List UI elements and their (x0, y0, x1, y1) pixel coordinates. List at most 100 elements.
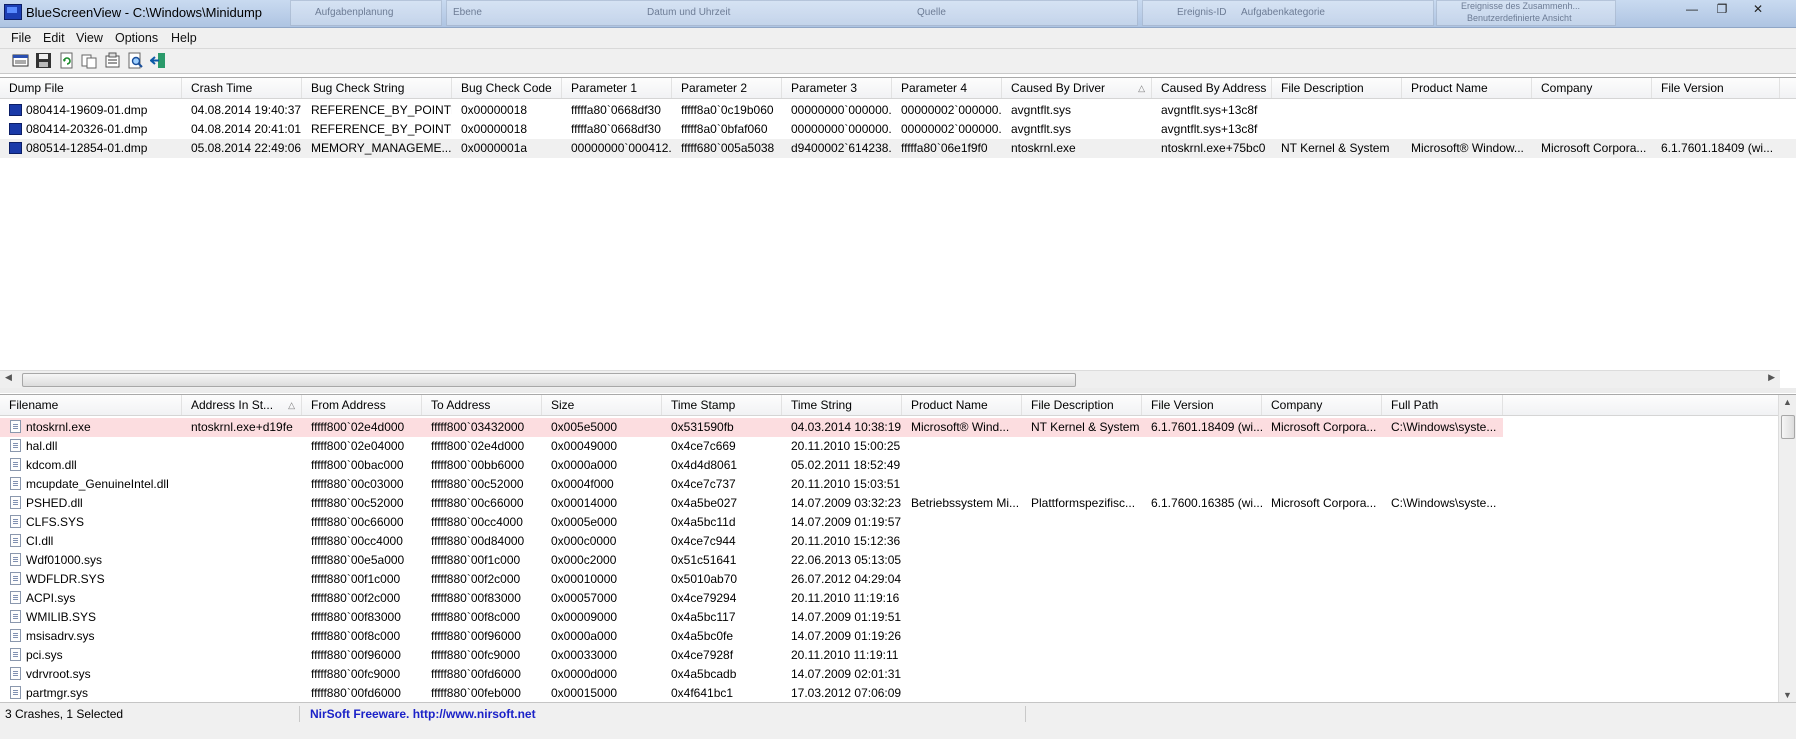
column-header[interactable]: Product Name (902, 395, 1022, 415)
find-icon[interactable] (127, 52, 144, 69)
ghost-label: Ebene (453, 7, 482, 18)
scroll-left-icon[interactable]: ◀ (5, 372, 12, 383)
cell-full-path (1382, 684, 1503, 703)
sort-indicator-icon: △ (288, 400, 295, 410)
cell-dump-file: 080514-12854-01.dmp (26, 141, 148, 155)
column-header[interactable]: Parameter 1 (562, 78, 672, 98)
maximize-button[interactable]: ❐ (1710, 1, 1734, 17)
column-header[interactable]: Company (1262, 395, 1382, 415)
properties-icon[interactable] (12, 52, 29, 69)
module-row[interactable]: WMILIB.SYS fffff880`00f83000 fffff880`00f8… (0, 608, 1796, 627)
menu-view[interactable]: View (76, 31, 103, 45)
module-row[interactable]: msisadrv.sys fffff880`00f8c000 fffff880`00… (0, 627, 1796, 646)
menu-help[interactable]: Help (171, 31, 197, 45)
column-header[interactable]: Bug Check Code (452, 78, 562, 98)
cell-company (1262, 684, 1382, 703)
menu-options[interactable]: Options (115, 31, 158, 45)
column-header[interactable]: Time Stamp (662, 395, 782, 415)
column-header[interactable]: File Description (1272, 78, 1402, 98)
scrollbar-thumb[interactable] (22, 373, 1076, 387)
module-row[interactable]: partmgr.sys fffff880`00fd6000 fffff880`00f… (0, 684, 1796, 703)
column-header[interactable]: Time String (782, 395, 902, 415)
crash-row[interactable]: 080414-20326-01.dmp 04.08.2014 20:41:01 … (0, 120, 1796, 139)
crash-row-selected[interactable]: 080514-12854-01.dmp 05.08.2014 22:49:06 … (0, 139, 1796, 158)
module-row[interactable]: ntoskrnl.exe ntoskrnl.exe+d19fe fffff800`0… (0, 418, 1796, 437)
module-row[interactable]: kdcom.dll fffff800`00bac000 fffff800`00bb6… (0, 456, 1796, 475)
module-row[interactable]: hal.dll fffff800`02e04000 fffff800`02e4d00… (0, 437, 1796, 456)
scroll-down-icon[interactable]: ▼ (1783, 690, 1792, 700)
column-header[interactable]: Parameter 4 (892, 78, 1002, 98)
module-row[interactable]: pci.sys fffff880`00f96000 fffff880`00fc900… (0, 646, 1796, 665)
cell-size: 0x0004f000 (551, 477, 614, 491)
copy-icon[interactable] (81, 52, 98, 69)
module-row[interactable]: CLFS.SYS fffff880`00c66000 fffff880`00cc40… (0, 513, 1796, 532)
cell-filename: ACPI.sys (26, 591, 76, 605)
cell-time-stamp: 0x4ce7928f (671, 648, 734, 662)
cell-product-name (902, 570, 1022, 589)
cell-product-name (1402, 120, 1532, 139)
cell-from-address: fffff880`00e5a000 (311, 553, 405, 567)
column-header[interactable]: Dump File (0, 78, 182, 98)
cell-product-name (902, 532, 1022, 551)
cell-time-stamp: 0x51c51641 (671, 553, 737, 567)
column-header[interactable]: Crash Time (182, 78, 302, 98)
menu-file[interactable]: File (11, 31, 31, 45)
column-header[interactable]: Full Path (1382, 395, 1503, 415)
cell-parameter-4: fffffa80`06e1f9f0 (901, 141, 988, 155)
column-header[interactable]: From Address (302, 395, 422, 415)
refresh-icon[interactable] (58, 52, 75, 69)
module-row[interactable]: CI.dll fffff880`00cc4000 fffff880`00d84000… (0, 532, 1796, 551)
vertical-scrollbar[interactable]: ▲ ▼ (1778, 395, 1796, 702)
scroll-up-icon[interactable]: ▲ (1783, 397, 1792, 407)
column-header[interactable]: Parameter 3 (782, 78, 892, 98)
module-row[interactable]: Wdf01000.sys fffff880`00e5a000 fffff880`00… (0, 551, 1796, 570)
column-header[interactable]: Filename (0, 395, 182, 415)
column-header[interactable]: To Address (422, 395, 542, 415)
column-header[interactable]: File Version (1652, 78, 1780, 98)
module-row[interactable]: ACPI.sys fffff880`00f2c000 fffff880`00f830… (0, 589, 1796, 608)
menu-edit[interactable]: Edit (43, 31, 65, 45)
cell-full-path (1382, 665, 1503, 684)
exit-icon[interactable] (150, 52, 167, 69)
background-window-ghost: Ereignisse des Zusammenh... Benutzerdefi… (1436, 0, 1616, 26)
cell-from-address: fffff800`00bac000 (311, 458, 404, 472)
options-icon[interactable] (104, 52, 121, 69)
scroll-right-icon[interactable]: ▶ (1768, 372, 1775, 383)
cell-address-in-stack (182, 513, 302, 532)
status-count: 3 Crashes, 1 Selected (0, 706, 300, 722)
status-empty (1026, 706, 1796, 722)
cell-file-description (1272, 120, 1402, 139)
module-row[interactable]: vdrvroot.sys fffff880`00fc9000 fffff880`00… (0, 665, 1796, 684)
column-header[interactable]: Product Name (1402, 78, 1532, 98)
horizontal-scrollbar[interactable]: ◀ ▶ (0, 370, 1780, 388)
module-row[interactable]: PSHED.dll fffff880`00c52000 fffff880`00c66… (0, 494, 1796, 513)
status-credit-link[interactable]: NirSoft Freeware. http://www.nirsoft.net (306, 706, 1026, 722)
cell-product-name (1402, 101, 1532, 120)
cell-address-in-stack: ntoskrnl.exe+d19fe (191, 420, 293, 434)
column-header[interactable]: File Version (1142, 395, 1262, 415)
column-header[interactable]: Parameter 2 (672, 78, 782, 98)
cell-bug-check-code: 0x0000001a (461, 141, 528, 155)
ghost-label: Datum und Uhrzeit (647, 7, 731, 18)
close-button[interactable]: ✕ (1746, 1, 1770, 17)
module-row[interactable]: WDFLDR.SYS fffff880`00f1c000 fffff880`00f2… (0, 570, 1796, 589)
column-header[interactable]: Size (542, 395, 662, 415)
column-header[interactable]: Caused By Driver △ (1002, 78, 1152, 98)
column-header[interactable]: Bug Check String (302, 78, 452, 98)
cell-to-address: fffff880`00f1c000 (431, 553, 521, 567)
save-icon[interactable] (35, 52, 52, 69)
scrollbar-thumb[interactable] (1781, 415, 1795, 439)
cell-time-stamp: 0x4a5bcadb (671, 667, 737, 681)
minimize-button[interactable]: — (1680, 1, 1704, 17)
column-header[interactable]: Company (1532, 78, 1652, 98)
column-header[interactable]: Address In St... △ (182, 395, 302, 415)
cell-time-string: 26.07.2012 04:29:04 (791, 572, 902, 586)
cell-time-stamp: 0x4f641bc1 (671, 686, 734, 700)
crash-row[interactable]: 080414-19609-01.dmp 04.08.2014 19:40:37 … (0, 101, 1796, 120)
module-row[interactable]: mcupdate_GenuineIntel.dll fffff880`00c030… (0, 475, 1796, 494)
column-header[interactable]: File Description (1022, 395, 1142, 415)
pane-splitter[interactable] (0, 388, 1796, 393)
column-header[interactable]: Caused By Address (1152, 78, 1272, 98)
cell-product-name: Betriebssystem Mi... (911, 496, 1020, 510)
cell-product-name (902, 456, 1022, 475)
